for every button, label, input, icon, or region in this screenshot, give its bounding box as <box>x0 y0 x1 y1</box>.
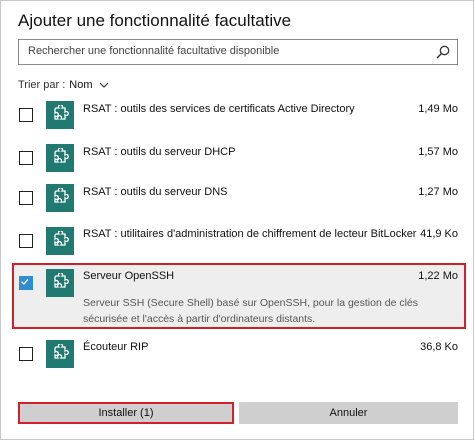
chevron-down-icon <box>99 82 108 88</box>
feature-checkbox-checked[interactable] <box>19 276 33 290</box>
feature-list: RSAT : outils des services de certificat… <box>1 101 474 391</box>
feature-name: Serveur OpenSSH <box>83 270 175 282</box>
list-item-selected[interactable]: Serveur OpenSSH 1,22 Mo Serveur SSH (Sec… <box>1 263 474 329</box>
feature-checkbox[interactable] <box>19 191 33 205</box>
optional-features-dialog: Ajouter une fonctionnalité facultative R… <box>0 0 474 440</box>
feature-size: 1,49 Mo <box>418 103 458 115</box>
feature-checkbox[interactable] <box>19 151 33 165</box>
feature-size: 1,57 Mo <box>418 146 458 158</box>
puzzle-icon <box>46 340 74 368</box>
feature-name: RSAT : outils des services de certificat… <box>83 103 355 115</box>
feature-size: 1,27 Mo <box>418 186 458 198</box>
search-input[interactable]: Rechercher une fonctionnalité facultativ… <box>18 39 458 65</box>
puzzle-icon <box>46 184 74 212</box>
feature-size: 1,22 Mo <box>418 270 458 282</box>
sort-control[interactable]: Trier par : Nom <box>18 79 109 91</box>
cancel-button[interactable]: Annuler <box>239 402 458 424</box>
feature-checkbox[interactable] <box>19 108 33 122</box>
list-item[interactable]: RSAT : outils du serveur DNS 1,27 Mo <box>1 181 474 221</box>
puzzle-icon <box>46 101 74 129</box>
feature-name: RSAT : outils du serveur DNS <box>83 186 228 198</box>
list-item[interactable]: RSAT : outils du serveur DHCP 1,57 Mo <box>1 141 474 181</box>
list-item[interactable]: Écouteur RIP 36,8 Ko <box>1 337 474 377</box>
puzzle-icon <box>46 227 74 255</box>
puzzle-icon <box>46 269 74 297</box>
search-icon[interactable] <box>435 44 451 60</box>
feature-name: RSAT : utilitaires d'administration de c… <box>83 228 417 240</box>
install-button[interactable]: Installer (1) <box>18 402 234 424</box>
dialog-title: Ajouter une fonctionnalité facultative <box>18 11 292 30</box>
puzzle-icon <box>46 144 74 172</box>
feature-name: Écouteur RIP <box>83 341 149 353</box>
feature-name: RSAT : outils du serveur DHCP <box>83 146 236 158</box>
feature-checkbox[interactable] <box>19 234 33 248</box>
sort-value[interactable]: Nom <box>69 79 92 91</box>
sort-label: Trier par : <box>18 79 66 91</box>
list-item[interactable]: RSAT : utilitaires d'administration de c… <box>1 223 474 263</box>
feature-description: Serveur SSH (Secure Shell) basé sur Open… <box>83 297 419 325</box>
search-placeholder: Rechercher une fonctionnalité facultativ… <box>28 45 280 57</box>
feature-size: 36,8 Ko <box>420 341 458 353</box>
list-item[interactable]: RSAT : outils des services de certificat… <box>1 101 474 141</box>
feature-size: 41,9 Ko <box>420 228 458 240</box>
checkmark-icon <box>21 278 29 286</box>
feature-checkbox[interactable] <box>19 347 33 361</box>
